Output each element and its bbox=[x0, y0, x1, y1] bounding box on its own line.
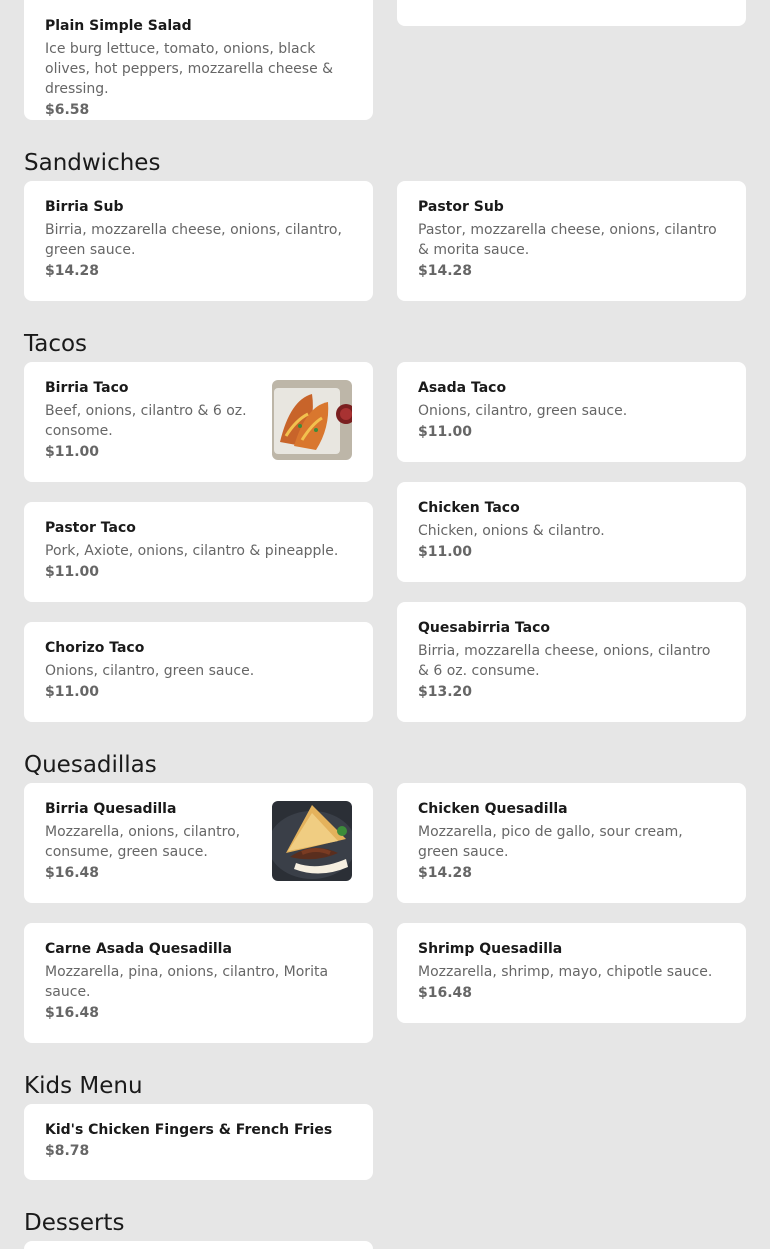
item-name: Pastor Taco bbox=[45, 520, 136, 536]
item-price: $16.48 bbox=[45, 1005, 100, 1021]
item-price: $11.00 bbox=[45, 684, 100, 700]
item-description: Pastor, mozzarella cheese, onions, cilan… bbox=[418, 222, 717, 258]
section-title-desserts: Desserts bbox=[24, 1210, 125, 1236]
item-price: $8.78 bbox=[45, 1143, 90, 1159]
menu-item-plain-simple-salad[interactable]: Plain Simple Salad Ice burg lettuce, tom… bbox=[24, 0, 373, 120]
item-price: $13.20 bbox=[418, 684, 473, 700]
menu-item-dessert-partial[interactable] bbox=[24, 1241, 373, 1249]
item-name: Birria Taco bbox=[45, 380, 129, 396]
menu-item-birria-sub[interactable]: Birria Sub Birria, mozzarella cheese, on… bbox=[24, 181, 373, 301]
item-price: $11.00 bbox=[418, 424, 473, 440]
item-name: Birria Sub bbox=[45, 199, 124, 215]
item-description: Beef, onions, cilantro & 6 oz. consome. bbox=[45, 403, 247, 439]
birria-quesadilla-photo bbox=[272, 801, 352, 881]
item-description: Ice burg lettuce, tomato, onions, black … bbox=[45, 41, 334, 97]
item-name: Asada Taco bbox=[418, 380, 507, 396]
item-description: Onions, cilantro, green sauce. bbox=[45, 663, 255, 679]
menu-item-partial[interactable] bbox=[397, 0, 746, 26]
section-title-kids-menu: Kids Menu bbox=[24, 1073, 143, 1099]
menu-item-birria-taco[interactable]: Birria Taco Beef, onions, cilantro & 6 o… bbox=[24, 362, 373, 482]
menu-item-kids-chicken-fingers[interactable]: Kid's Chicken Fingers & French Fries $8.… bbox=[24, 1104, 373, 1180]
item-price: $14.28 bbox=[418, 865, 473, 881]
item-description: Pork, Axiote, onions, cilantro & pineapp… bbox=[45, 543, 339, 559]
menu-item-asada-taco[interactable]: Asada Taco Onions, cilantro, green sauce… bbox=[397, 362, 746, 462]
item-name: Carne Asada Quesadilla bbox=[45, 941, 232, 957]
item-description: Mozzarella, pina, onions, cilantro, Mori… bbox=[45, 964, 329, 1000]
birria-taco-photo bbox=[272, 380, 352, 460]
menu-item-chicken-quesadilla[interactable]: Chicken Quesadilla Mozzarella, pico de g… bbox=[397, 783, 746, 903]
item-name: Quesabirria Taco bbox=[418, 620, 551, 636]
item-description: Mozzarella, pico de gallo, sour cream, g… bbox=[418, 824, 683, 860]
item-description: Birria, mozzarella cheese, onions, cilan… bbox=[418, 643, 711, 679]
section-title-tacos: Tacos bbox=[24, 331, 88, 357]
item-description: Mozzarella, onions, cilantro, consume, g… bbox=[45, 824, 241, 860]
item-price: $6.58 bbox=[45, 102, 90, 118]
item-price: $11.00 bbox=[418, 544, 473, 560]
menu-item-pastor-sub[interactable]: Pastor Sub Pastor, mozzarella cheese, on… bbox=[397, 181, 746, 301]
item-name: Chicken Quesadilla bbox=[418, 801, 568, 817]
item-name: Chorizo Taco bbox=[45, 640, 145, 656]
item-price: $11.00 bbox=[45, 444, 100, 460]
menu-item-carne-asada-quesadilla[interactable]: Carne Asada Quesadilla Mozzarella, pina,… bbox=[24, 923, 373, 1043]
menu-item-chorizo-taco[interactable]: Chorizo Taco Onions, cilantro, green sau… bbox=[24, 622, 373, 722]
item-name: Chicken Taco bbox=[418, 500, 520, 516]
item-description: Chicken, onions & cilantro. bbox=[418, 523, 605, 539]
item-name: Plain Simple Salad bbox=[45, 18, 192, 34]
menu-item-pastor-taco[interactable]: Pastor Taco Pork, Axiote, onions, cilant… bbox=[24, 502, 373, 602]
item-description: Mozzarella, shrimp, mayo, chipotle sauce… bbox=[418, 964, 713, 980]
section-title-quesadillas: Quesadillas bbox=[24, 752, 157, 778]
menu-item-chicken-taco[interactable]: Chicken Taco Chicken, onions & cilantro.… bbox=[397, 482, 746, 582]
item-name: Birria Quesadilla bbox=[45, 801, 177, 817]
item-name: Pastor Sub bbox=[418, 199, 504, 215]
item-price: $11.00 bbox=[45, 564, 100, 580]
item-price: $14.28 bbox=[45, 263, 100, 279]
item-price: $16.48 bbox=[418, 985, 473, 1001]
item-description: Birria, mozzarella cheese, onions, cilan… bbox=[45, 222, 342, 258]
item-name: Shrimp Quesadilla bbox=[418, 941, 563, 957]
item-price: $16.48 bbox=[45, 865, 100, 881]
menu-item-birria-quesadilla[interactable]: Birria Quesadilla Mozzarella, onions, ci… bbox=[24, 783, 373, 903]
item-name: Kid's Chicken Fingers & French Fries bbox=[45, 1122, 333, 1138]
menu-item-quesabirria-taco[interactable]: Quesabirria Taco Birria, mozzarella chee… bbox=[397, 602, 746, 722]
menu-item-shrimp-quesadilla[interactable]: Shrimp Quesadilla Mozzarella, shrimp, ma… bbox=[397, 923, 746, 1023]
item-description: Onions, cilantro, green sauce. bbox=[418, 403, 628, 419]
item-price: $14.28 bbox=[418, 263, 473, 279]
section-title-sandwiches: Sandwiches bbox=[24, 150, 161, 176]
